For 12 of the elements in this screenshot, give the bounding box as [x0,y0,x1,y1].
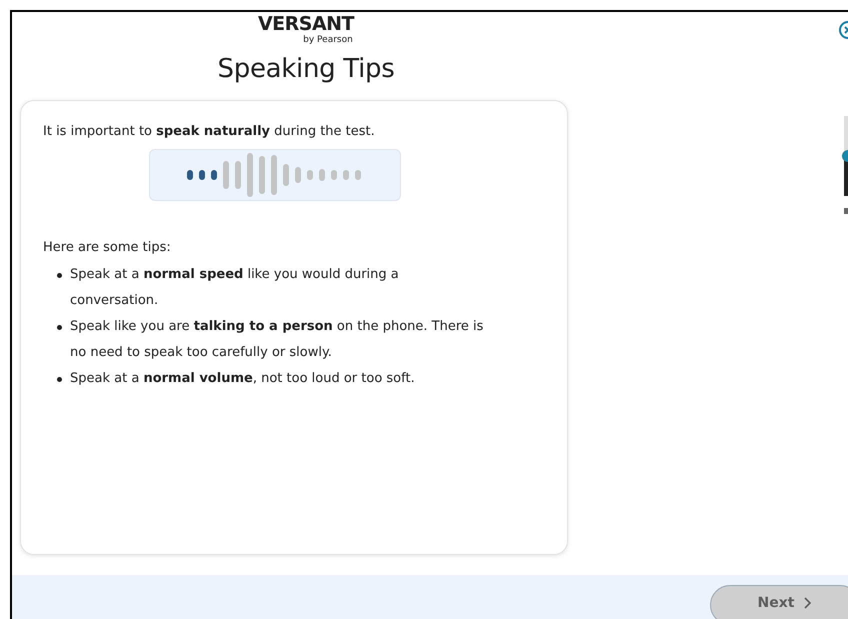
page-title: Speaking Tips [218,53,394,86]
bullet-icon [57,377,62,382]
bullet-icon [57,325,62,330]
chevron-right-icon [804,597,812,609]
intro-text: It is important to speak naturally during the test. [43,123,376,141]
tip-text: Speak like you are talking to a person on the phone. There is no need to speak too carefully or slowly. [70,318,484,362]
tip-text: Speak at a normal speed like you would during a conversation. [70,266,400,310]
tips-heading: Here are some tips: [43,239,172,257]
bullet-icon [57,273,62,278]
logo-subtitle: by Pearson [303,34,353,46]
logo-text: VERSANT [258,14,354,34]
tip-text: Speak at a normal volume, not too loud or too soft. [70,370,415,388]
